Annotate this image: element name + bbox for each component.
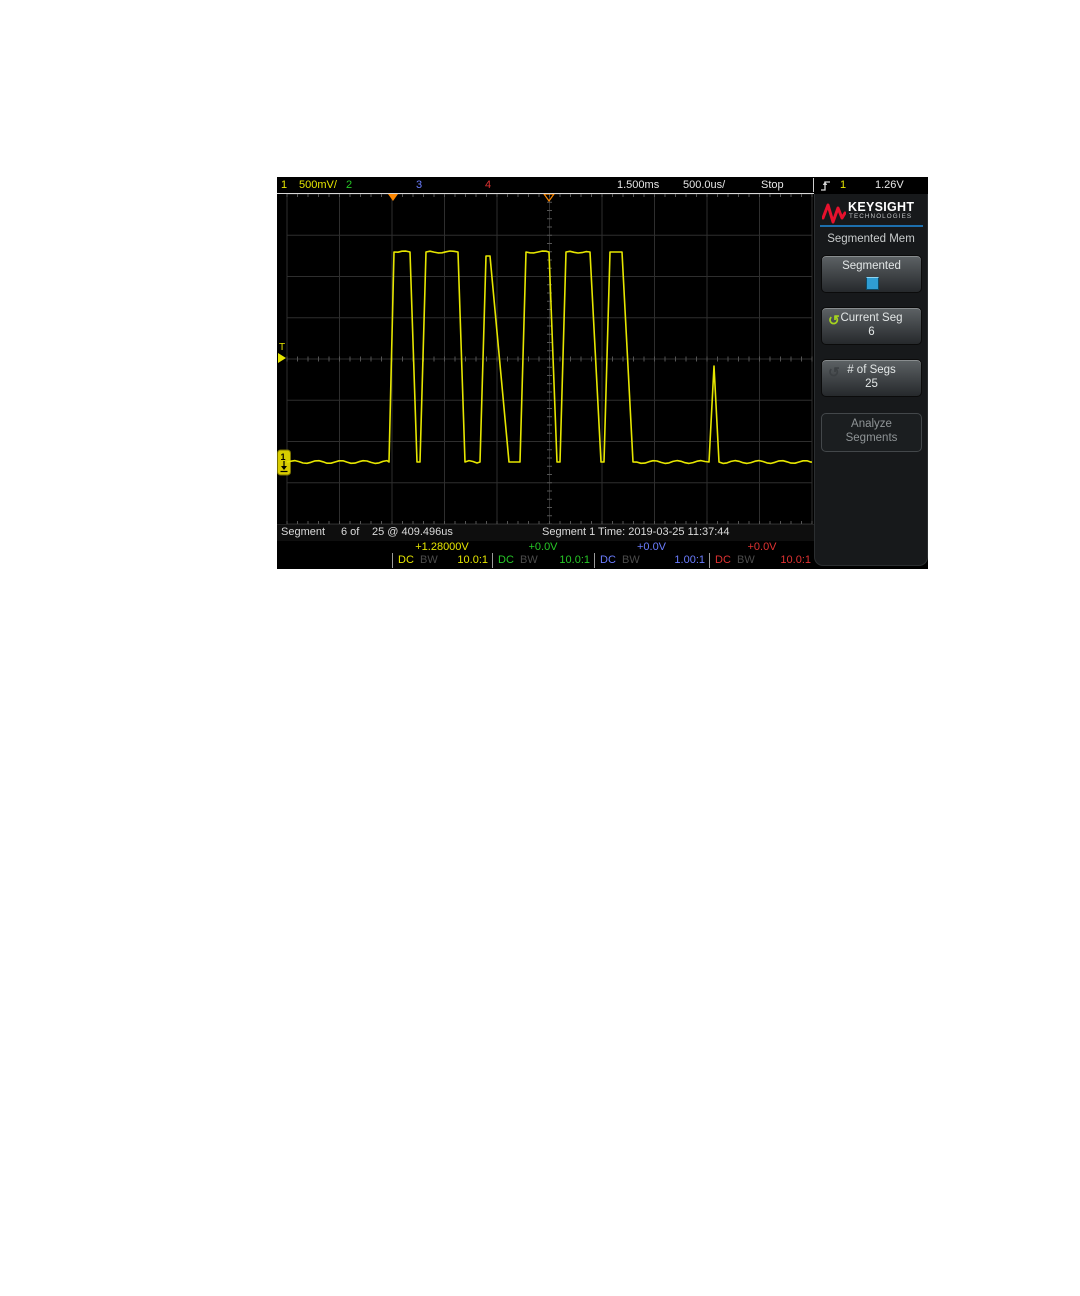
segment-timestamp: Segment 1 Time: 2019-03-25 11:37:44 <box>542 526 730 538</box>
ch3-offset: +0.0V <box>636 541 667 553</box>
ch4-offset: +0.0V <box>747 541 777 553</box>
rotate-knob-icon-dim: ↺ <box>828 364 840 380</box>
ch2-offset: +0.0V <box>528 541 558 553</box>
menu-title: Segmented Mem <box>827 233 915 245</box>
waveform-display: T1 Segment 6 of 25 @ 409.496us Segment 1… <box>277 194 815 569</box>
segment-label: Segment <box>281 526 326 538</box>
trigger-source[interactable]: 1 <box>840 178 846 192</box>
trigger-level[interactable]: 1.26V <box>875 178 904 192</box>
channel-2-button[interactable]: 2 <box>346 178 352 192</box>
analyze-label-line2: Segments <box>845 432 898 444</box>
channel-1-button[interactable]: 1 <box>281 178 287 192</box>
channel-1-scale[interactable]: 500mV/ <box>299 178 337 192</box>
channel-3-button[interactable]: 3 <box>416 178 422 192</box>
channel-config-row: DC BW 10.0:1 DC BW 10.0:1 DC BW 1.00:1 DC BW 10.… <box>277 553 815 568</box>
num-segs-button[interactable]: ↺ # of Segs 25 <box>821 359 922 397</box>
brand-divider <box>820 225 923 227</box>
waveform-svg: T1 <box>277 194 813 524</box>
softkey-menu-panel: KEYSIGHT TECHNOLOGIES Segmented Mem Segm… <box>814 194 928 566</box>
segment-detail: 25 @ 409.496us <box>372 526 453 538</box>
rotate-knob-icon: ↺ <box>828 312 840 328</box>
ch1-config: DC BW 10.0:1 <box>392 553 492 568</box>
segment-index: 6 of <box>341 526 360 538</box>
segmented-toggle-button[interactable]: Segmented <box>821 255 922 293</box>
status-bar: 1 500mV/ 2 3 4 1.500ms 500.0us/ Stop 1 1… <box>277 177 928 193</box>
delay-readout[interactable]: 1.500ms <box>617 178 659 192</box>
trigger-edge-icon <box>821 181 830 191</box>
segmented-button-label: Segmented <box>842 260 901 272</box>
timebase-readout[interactable]: 500.0us/ <box>683 178 725 192</box>
svg-text:1: 1 <box>281 452 286 462</box>
statusbar-divider <box>813 178 814 192</box>
channel-4-button[interactable]: 4 <box>485 178 491 192</box>
current-seg-button[interactable]: ↺ Current Seg 6 <box>821 307 922 345</box>
ch3-config: DC BW 1.00:1 <box>594 553 709 568</box>
ch2-config: DC BW 10.0:1 <box>492 553 594 568</box>
keysight-spark-icon <box>822 203 846 224</box>
svg-text:T: T <box>279 342 285 353</box>
brand-subtitle: TECHNOLOGIES <box>849 213 913 220</box>
ch1-offset: +1.28000V <box>415 541 469 553</box>
ch4-config: DC BW 10.0:1 <box>709 553 815 568</box>
channel-offset-row: +1.28000V +0.0V +0.0V +0.0V <box>277 541 815 553</box>
analyze-label-line1: Analyze <box>851 418 892 430</box>
acquisition-state[interactable]: Stop <box>761 178 784 192</box>
segment-info-bar: Segment 6 of 25 @ 409.496us Segment 1 Ti… <box>277 524 814 541</box>
analyze-segments-button[interactable]: Analyze Segments <box>821 413 922 452</box>
segmented-on-indicator <box>865 277 879 290</box>
brand-name: KEYSIGHT <box>848 200 915 214</box>
oscilloscope-screen: 1 500mV/ 2 3 4 1.500ms 500.0us/ Stop 1 1… <box>277 177 928 569</box>
